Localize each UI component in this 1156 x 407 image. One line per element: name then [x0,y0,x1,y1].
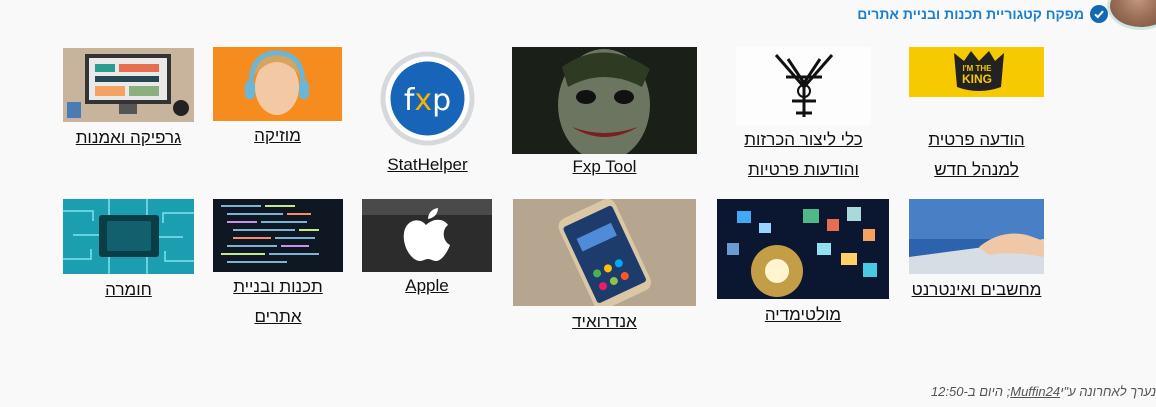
moderator-title: מפקח קטגוריית תכנות ובניית אתרים [857,6,1084,22]
category-label[interactable]: חומרה [23,275,234,305]
category-private-message[interactable]: I'M THE KING הודעה פרטית למנהל חדש [909,47,1044,187]
category-banner-tools[interactable]: כלי ליצור הכרזות והודעות פרטיות [736,47,871,187]
category-hardware[interactable]: חומרה [63,199,194,309]
verified-check-icon [1090,5,1108,23]
symbol-sketch-image[interactable] [736,47,871,125]
apple-logo-image[interactable] [362,199,492,272]
category-fxp-tool[interactable]: Fxp Tool [512,47,697,187]
headphones-girl-image[interactable] [213,47,342,121]
category-graphics[interactable]: גרפיקה ואמנות [63,48,194,158]
android-phone-image[interactable] [513,199,696,306]
user-avatar[interactable] [1107,0,1156,30]
editor-username-link[interactable]: Muffin24 [1010,384,1060,399]
category-android[interactable]: אנדרואיד [513,199,696,339]
category-stathelper[interactable]: fxp StatHelper [379,50,476,180]
svg-text:fxp: fxp [404,83,451,118]
fxp-logo[interactable]: fxp [379,50,476,147]
category-label[interactable]: StatHelper [339,150,516,180]
code-screen-image[interactable] [213,199,343,272]
joker-image[interactable] [512,47,697,154]
multimedia-icons-image[interactable] [717,199,889,299]
laptop-hand-image[interactable] [909,199,1044,274]
edit-note: נערך לאחרונה ע"יMuffin24; היום ב-12:50 [930,384,1156,399]
category-label[interactable]: אנדרואיד [473,307,736,337]
category-label[interactable]: גרפיקה ואמנות [23,123,234,153]
category-computers[interactable]: מחשבים ואינטרנט [909,199,1044,309]
graphics-desk-image[interactable] [63,48,194,122]
category-multimedia[interactable]: מולטימדיה [717,199,889,329]
svg-text:KING: KING [962,72,992,86]
category-programming[interactable]: תכנות ובניית אתרים [213,199,343,329]
moderator-header: מפקח קטגוריית תכנות ובניית אתרים [857,4,1108,24]
circuit-chip-image[interactable] [63,199,194,274]
im-the-king-image[interactable]: I'M THE KING [909,47,1044,97]
